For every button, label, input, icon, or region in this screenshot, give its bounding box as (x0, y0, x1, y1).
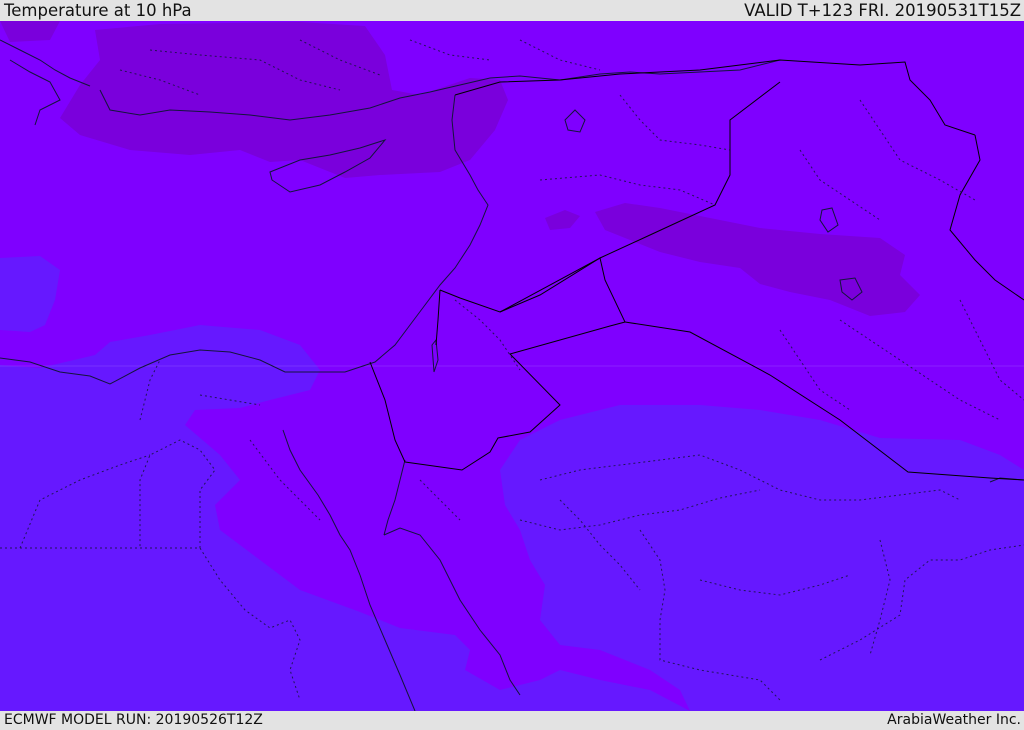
header-bar: Temperature at 10 hPa VALID T+123 FRI. 2… (0, 0, 1024, 21)
credit-label: ArabiaWeather Inc. (887, 712, 1021, 728)
temperature-map (0, 21, 1024, 711)
model-run: ECMWF MODEL RUN: 20190526T12Z (4, 712, 263, 728)
footer-bar: ECMWF MODEL RUN: 20190526T12Z ArabiaWeat… (0, 711, 1024, 729)
valid-time: VALID T+123 FRI. 20190531T15Z (744, 0, 1021, 20)
map-title: Temperature at 10 hPa (4, 0, 192, 20)
